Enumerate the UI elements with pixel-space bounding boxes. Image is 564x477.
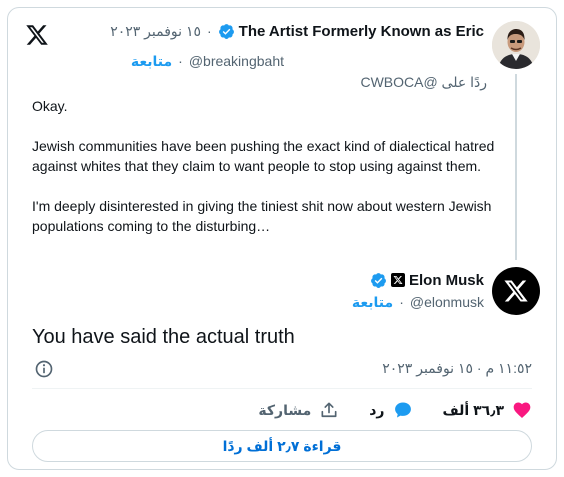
- x-logo-icon: [504, 280, 528, 302]
- read-replies-button[interactable]: قراءة ٢٫٧ ألف ردًا: [32, 430, 532, 462]
- speech-bubble-icon: [394, 402, 411, 418]
- tweet-text[interactable]: You have said the actual truth: [32, 326, 295, 349]
- tweet-timestamp[interactable]: ١١:٥٢ م · ١٥ نوفمبر ٢٠٢٣: [382, 360, 532, 377]
- parent-handle[interactable]: @breakingbaht: [189, 53, 284, 69]
- tweet-handle-row: @elonmusk · متابعة: [352, 293, 484, 311]
- parent-tweet-text[interactable]: Okay. Jewish communities have been pushi…: [32, 96, 502, 236]
- parent-date[interactable]: ١٥ نوفمبر ٢٠٢٣: [110, 23, 201, 40]
- tweet-handle[interactable]: @elonmusk: [410, 294, 484, 310]
- like-count: ٣٦٫٣ ألف: [442, 401, 505, 418]
- avatar[interactable]: [492, 21, 540, 69]
- x-logo-icon[interactable]: [25, 23, 49, 47]
- info-icon[interactable]: [34, 359, 54, 379]
- avatar-photo-icon: [492, 21, 540, 69]
- tweet-author-row: Elon Musk: [370, 270, 484, 290]
- replying-to-label[interactable]: ردًا على @CWBOCA: [360, 74, 487, 91]
- tweet-author-name[interactable]: Elon Musk: [409, 272, 484, 289]
- heart-icon: [513, 402, 531, 418]
- reply-button[interactable]: رد: [369, 400, 412, 420]
- parent-author-name[interactable]: The Artist Formerly Known as Eric: [239, 23, 484, 40]
- parent-paragraph: I'm deeply disinterested in giving the t…: [32, 198, 492, 234]
- tweet-actions: ٣٦٫٣ ألف رد مشاركة: [258, 399, 532, 421]
- tweet-follow-button[interactable]: متابعة: [352, 294, 393, 311]
- reply-label: رد: [369, 401, 385, 418]
- parent-author-row: The Artist Formerly Known as Eric · ١٥ ن…: [110, 21, 484, 41]
- verified-badge-icon: [218, 23, 234, 39]
- parent-follow-button[interactable]: متابعة: [131, 53, 172, 70]
- thread-line: [515, 74, 517, 260]
- like-button[interactable]: ٣٦٫٣ ألف: [443, 400, 533, 420]
- separator-dot: ·: [178, 53, 183, 69]
- avatar[interactable]: [492, 267, 540, 315]
- divider: [32, 388, 532, 389]
- share-arrow-icon: [321, 402, 337, 418]
- share-label: مشاركة: [258, 401, 312, 418]
- parent-paragraph: Jewish communities have been pushing the…: [32, 138, 495, 174]
- verified-badge-icon: [371, 272, 386, 288]
- affiliate-x-badge-icon: [390, 273, 405, 287]
- parent-paragraph: Okay.: [32, 98, 68, 114]
- parent-handle-row: @breakingbaht · متابعة: [131, 52, 284, 70]
- embedded-tweet-card: The Artist Formerly Known as Eric · ١٥ ن…: [7, 7, 557, 470]
- share-button[interactable]: مشاركة: [258, 400, 339, 420]
- separator-dot: ·: [399, 294, 404, 310]
- separator-dot: ·: [206, 23, 212, 39]
